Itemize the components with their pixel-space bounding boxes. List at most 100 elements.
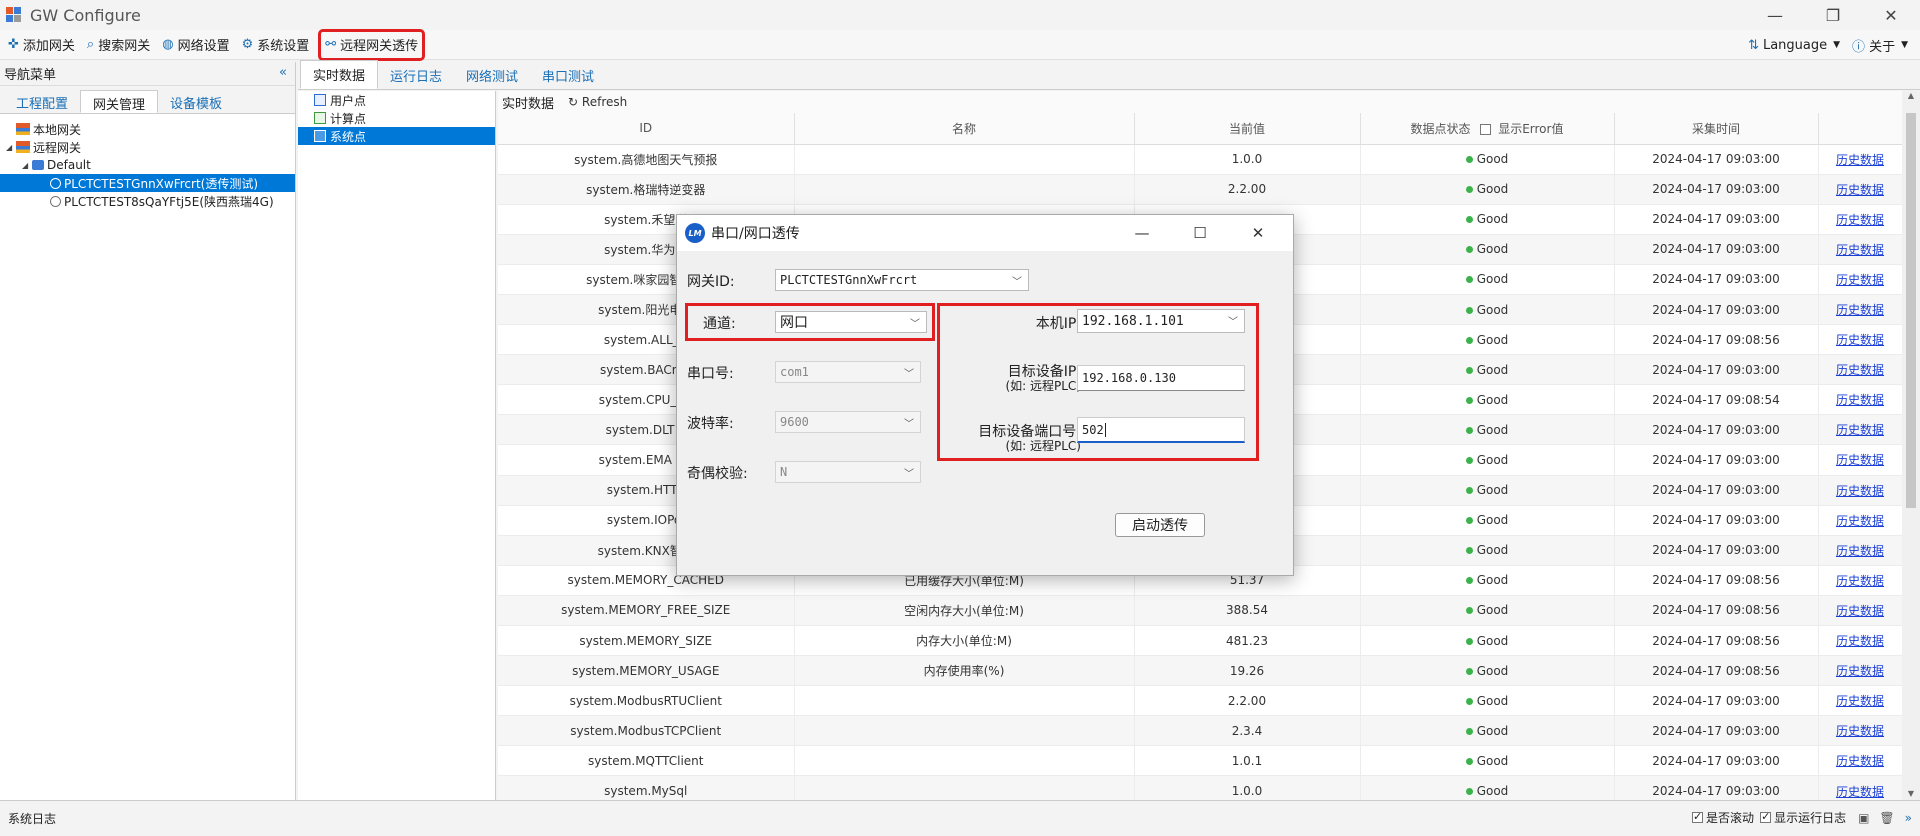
about-label: 关于 <box>1869 39 1896 55</box>
table-row[interactable]: system.MEMORY_SIZE 内存大小(单位:M) 481.23 Good 20… <box>498 625 1902 657</box>
history-data-link[interactable]: 历史数据 <box>1836 574 1884 588</box>
target-port-input[interactable]: 502 <box>1077 417 1245 443</box>
cell-history: 历史数据 <box>1818 354 1902 386</box>
history-data-link[interactable]: 历史数据 <box>1836 363 1884 377</box>
dialog-minimize-button[interactable]: — <box>1113 215 1171 251</box>
local-ip-select[interactable]: 192.168.1.101 ﹀ <box>1077 309 1245 333</box>
history-data-link[interactable]: 历史数据 <box>1836 273 1884 287</box>
cell-status: Good <box>1360 565 1615 596</box>
status-text: Good <box>1476 152 1509 167</box>
dialog-close-button[interactable]: ✕ <box>1229 215 1287 251</box>
table-row[interactable]: system.ModbusRTUClient 2.2.00 Good 2024-04-… <box>498 685 1902 717</box>
point-type-calc[interactable]: 计算点 <box>298 109 495 127</box>
column-header-history <box>1818 113 1902 145</box>
tab-device-template[interactable]: 设备模板 <box>158 90 234 113</box>
column-header-time[interactable]: 采集时间 <box>1614 113 1819 145</box>
vertical-scrollbar[interactable]: ▲ ▼ <box>1902 91 1920 800</box>
history-data-link[interactable]: 历史数据 <box>1836 785 1884 799</box>
table-row[interactable]: system.MQTTClient 1.0.1 Good 2024-04-17 09:… <box>498 745 1902 777</box>
minimize-button[interactable]: — <box>1746 0 1804 30</box>
gateway-id-select[interactable]: PLCTCTESTGnnXwFrcrt ﹀ <box>775 269 1029 291</box>
add-gateway-button[interactable]: ✜ 添加网关 <box>4 32 79 58</box>
refresh-button[interactable]: ↻ Refresh <box>568 95 627 109</box>
target-port-value: 502 <box>1082 422 1104 437</box>
tree-node-remote-gateway[interactable]: ◢ 远程网关 <box>0 138 295 156</box>
system-settings-button[interactable]: ⚙ 系统设置 <box>238 32 314 58</box>
scrollbar-thumb[interactable] <box>1906 113 1916 508</box>
status-dot-icon <box>1465 788 1473 796</box>
history-data-link[interactable]: 历史数据 <box>1836 754 1884 768</box>
cell-history: 历史数据 <box>1818 655 1902 687</box>
point-type-user[interactable]: 用户点 <box>298 91 495 109</box>
grid-header-bar: 实时数据 ↻ Refresh <box>498 91 1920 113</box>
table-row[interactable]: system.MEMORY_USAGE 内存使用率(%) 19.26 Good 2024… <box>498 655 1902 687</box>
tree-node-gateway-2[interactable]: PLCTCTEST8sQaYFtj5E(陕西燕瑞4G) <box>0 192 295 210</box>
column-header-value[interactable]: 当前值 <box>1134 113 1361 145</box>
history-data-link[interactable]: 历史数据 <box>1836 634 1884 648</box>
target-port-hint: (如: 远程PLC) <box>1005 439 1081 453</box>
tree-node-gateway-1[interactable]: PLCTCTESTGnnXwFrcrt(透传测试) <box>0 174 295 192</box>
tab-network-test[interactable]: 网络测试 <box>454 62 530 89</box>
history-data-link[interactable]: 历史数据 <box>1836 514 1884 528</box>
point-type-system[interactable]: 系统点 <box>298 127 495 145</box>
network-settings-button[interactable]: ◍ 网络设置 <box>158 32 233 58</box>
show-error-checkbox[interactable] <box>1480 123 1492 135</box>
history-data-link[interactable]: 历史数据 <box>1836 183 1884 197</box>
column-header-id[interactable]: ID <box>498 113 795 145</box>
history-data-link[interactable]: 历史数据 <box>1836 544 1884 558</box>
expand-toggle-icon[interactable]: ◢ <box>6 143 16 152</box>
history-data-link[interactable]: 历史数据 <box>1836 484 1884 498</box>
tab-realtime-data[interactable]: 实时数据 <box>300 60 379 89</box>
maximize-button[interactable]: ❐ <box>1804 0 1862 30</box>
tree-node-local-gateway[interactable]: 本地网关 <box>0 120 295 138</box>
history-data-link[interactable]: 历史数据 <box>1836 724 1884 738</box>
show-run-log-checkbox[interactable] <box>1760 810 1772 823</box>
status-dot-icon <box>1465 246 1473 254</box>
history-data-link[interactable]: 历史数据 <box>1836 423 1884 437</box>
history-data-link[interactable]: 历史数据 <box>1836 153 1884 167</box>
table-row[interactable]: system.MEMORY_FREE_SIZE 空闲内存大小(单位:M) 388.5… <box>498 595 1902 627</box>
serial-port-select[interactable]: com1 ﹀ <box>775 361 921 383</box>
expand-toggle-icon[interactable]: ◢ <box>22 161 32 170</box>
history-data-link[interactable]: 历史数据 <box>1836 453 1884 467</box>
table-row[interactable]: system.格瑞特逆变器 2.2.00 Good 2024-04-17 09:03:… <box>498 174 1902 205</box>
tab-project-config[interactable]: 工程配置 <box>4 90 80 113</box>
table-row[interactable]: system.ModbusTCPClient 2.3.4 Good 2024-04-1… <box>498 715 1902 747</box>
table-row[interactable]: system.高德地图天气预报 1.0.0 Good 2024-04-17 09:03… <box>498 144 1902 175</box>
tab-serial-test[interactable]: 串口测试 <box>530 62 606 89</box>
history-data-link[interactable]: 历史数据 <box>1836 664 1884 678</box>
dialog-maximize-button[interactable]: ☐ <box>1171 215 1229 251</box>
about-menu[interactable]: ⓘ 关于 ▼ <box>1848 32 1912 58</box>
start-passthrough-button[interactable]: 启动透传 <box>1115 513 1205 537</box>
expand-down-icon[interactable]: » <box>1905 811 1912 825</box>
save-log-icon[interactable]: ▣ <box>1858 811 1869 825</box>
history-data-link[interactable]: 历史数据 <box>1836 393 1884 407</box>
delete-log-icon[interactable]: 🗑 <box>1879 811 1894 825</box>
column-header-name[interactable]: 名称 <box>794 113 1135 145</box>
tab-run-log[interactable]: 运行日志 <box>378 62 454 89</box>
baud-rate-select[interactable]: 9600 ﹀ <box>775 411 921 433</box>
history-data-link[interactable]: 历史数据 <box>1836 333 1884 347</box>
search-gateway-button[interactable]: ⌕ 搜索网关 <box>83 32 154 58</box>
column-header-status[interactable]: 数据点状态 显示Error值 <box>1360 113 1615 145</box>
collapse-panel-icon[interactable]: « <box>279 65 287 80</box>
channel-select[interactable]: 网口 ﹀ <box>775 311 927 333</box>
chevron-down-icon: ▼ <box>1833 40 1841 50</box>
history-data-link[interactable]: 历史数据 <box>1836 303 1884 317</box>
history-data-link[interactable]: 历史数据 <box>1836 694 1884 708</box>
auto-scroll-checkbox[interactable] <box>1692 810 1704 823</box>
status-dot-icon <box>1465 487 1473 495</box>
history-data-link[interactable]: 历史数据 <box>1836 243 1884 257</box>
language-menu[interactable]: ⇅ Language ▼ <box>1744 32 1844 58</box>
tab-gateway-management[interactable]: 网关管理 <box>80 90 159 113</box>
cell-value: 1.0.0 <box>1134 775 1361 800</box>
target-ip-input[interactable]: 192.168.0.130 <box>1077 365 1245 391</box>
history-data-link[interactable]: 历史数据 <box>1836 213 1884 227</box>
parity-select[interactable]: N ﹀ <box>775 461 921 483</box>
remote-gateway-passthrough-button[interactable]: ⚯ 远程网关透传 <box>318 28 426 61</box>
tree-node-default-group[interactable]: ◢ Default <box>0 156 295 174</box>
close-button[interactable]: ✕ <box>1862 0 1920 30</box>
baud-rate-value: 9600 <box>780 415 809 429</box>
history-data-link[interactable]: 历史数据 <box>1836 604 1884 618</box>
table-row[interactable]: system.MySql 1.0.0 Good 2024-04-17 09:03:00… <box>498 775 1902 800</box>
